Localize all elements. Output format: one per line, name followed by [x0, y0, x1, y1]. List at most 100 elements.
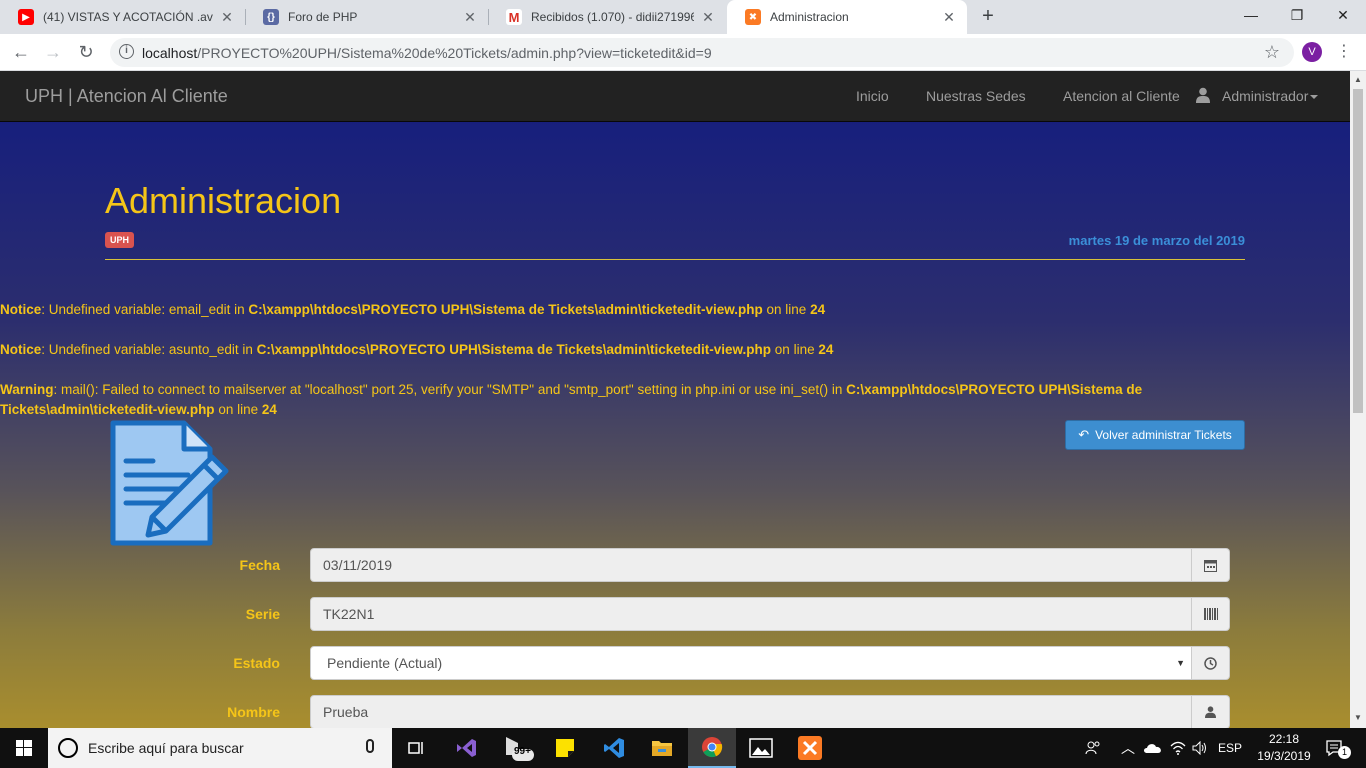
warning-file: Tickets\admin\ticketedit-view.php [0, 402, 215, 417]
clock-date: 19/3/2019 [1257, 749, 1311, 763]
notice-message: : Undefined variable: asunto_edit in [41, 342, 257, 357]
people-icon[interactable] [1082, 728, 1104, 768]
xampp-icon: ✖ [745, 9, 761, 25]
windows-logo-icon [16, 740, 32, 756]
scrollbar-thumb[interactable] [1353, 89, 1363, 413]
sticky-notes-icon[interactable] [541, 728, 589, 768]
scroll-up-icon[interactable]: ▲ [1354, 75, 1362, 84]
select-arrow-icon: ▼ [1176, 658, 1185, 668]
profile-avatar[interactable]: V [1302, 42, 1322, 62]
php-warning: Warning: mail(): Failed to connect to ma… [0, 380, 1142, 400]
serie-input[interactable]: TK22N1 [310, 597, 1192, 631]
reply-arrow-icon: ↶ [1078, 427, 1090, 442]
minimize-button[interactable]: — [1228, 0, 1274, 32]
nombre-field-group: Prueba [310, 695, 1230, 728]
forward-arrow-icon[interactable]: → [40, 40, 66, 66]
clock-icon [1192, 646, 1230, 680]
tab-title: Administracion [770, 10, 849, 24]
show-hidden-icons[interactable]: ︿ [1118, 728, 1138, 768]
page-viewport: UPH | Atencion Al Cliente Inicio Nuestra… [0, 71, 1350, 728]
current-date: martes 19 de marzo del 2019 [1068, 233, 1245, 248]
taskbar-clock[interactable]: 22:18 19/3/2019 [1254, 731, 1314, 765]
nav-atencion-cliente[interactable]: Atencion al Cliente [1063, 88, 1180, 104]
notice-file: C:\xampp\htdocs\PROYECTO UPH\Sistema de … [256, 342, 772, 357]
fecha-label: Fecha [239, 557, 280, 573]
site-info-icon[interactable]: i [119, 44, 134, 59]
vscode-icon[interactable] [590, 728, 638, 768]
page-title: Administracion [105, 180, 342, 221]
windows-taskbar: Escribe aquí para buscar 99+ ︿ ESP 22:18… [0, 728, 1366, 768]
nombre-input[interactable]: Prueba [310, 695, 1192, 728]
close-tab-icon[interactable]: ✕ [219, 9, 235, 25]
warning-on-line: on line [214, 402, 262, 417]
onedrive-icon[interactable] [1142, 728, 1164, 768]
close-tab-icon[interactable]: ✕ [941, 9, 957, 25]
cortana-icon [58, 738, 78, 758]
page-scrollbar[interactable]: ▲ ▼ [1350, 71, 1366, 728]
notice-line-number: 24 [810, 302, 826, 317]
estado-select[interactable]: Pendiente (Actual) ▼ [310, 646, 1192, 680]
tab-title: (41) VISTAS Y ACOTACIÓN .avi - Y [43, 10, 213, 24]
user-icon [1192, 695, 1230, 728]
start-button[interactable] [0, 728, 48, 768]
admin-dropdown[interactable]: Administrador [1222, 88, 1319, 104]
mail-badge: 99+ [514, 746, 531, 757]
task-view-icon[interactable] [392, 728, 440, 768]
gmail-icon: M [506, 9, 522, 25]
url-path: /PROYECTO%20UPH/Sistema%20de%20Tickets/a… [197, 45, 712, 61]
warning-file: C:\xampp\htdocs\PROYECTO UPH\Sistema de [846, 382, 1143, 397]
reload-icon[interactable]: ↻ [73, 40, 99, 66]
file-explorer-icon[interactable] [638, 728, 686, 768]
back-arrow-icon[interactable]: ← [8, 40, 34, 66]
edit-document-icon [110, 420, 229, 546]
taskbar-search[interactable]: Escribe aquí para buscar [48, 728, 392, 768]
visual-studio-icon[interactable] [442, 728, 490, 768]
barcode-icon [1192, 597, 1230, 631]
back-to-tickets-button[interactable]: ↶ Volver administrar Tickets [1065, 420, 1245, 450]
language-indicator[interactable]: ESP [1216, 728, 1244, 768]
xampp-taskbar-icon[interactable] [786, 728, 834, 768]
close-window-button[interactable]: ✕ [1320, 0, 1366, 32]
close-tab-icon[interactable]: ✕ [462, 9, 478, 25]
close-tab-icon[interactable]: ✕ [700, 9, 716, 25]
maximize-button[interactable]: ❐ [1274, 0, 1320, 32]
browser-menu-icon[interactable]: ⋮ [1336, 40, 1352, 64]
browser-tab-php-forum[interactable]: {} Foro de PHP ✕ [245, 0, 488, 34]
volume-icon[interactable] [1190, 728, 1210, 768]
estado-field-group: Pendiente (Actual) ▼ [310, 646, 1230, 680]
url-text[interactable]: localhost/PROYECTO%20UPH/Sistema%20de%20… [142, 45, 712, 61]
app-navbar: UPH | Atencion Al Cliente Inicio Nuestra… [0, 71, 1350, 122]
notice-on-line: on line [771, 342, 819, 357]
bookmark-star-icon[interactable]: ☆ [1264, 42, 1280, 63]
notice-on-line: on line [762, 302, 811, 317]
php-forum-icon: {} [263, 9, 279, 25]
photos-icon[interactable] [737, 728, 785, 768]
title-divider [105, 259, 1245, 260]
brand-link[interactable]: UPH | Atencion Al Cliente [25, 86, 228, 107]
estado-selected-value: Pendiente (Actual) [327, 655, 443, 671]
action-center-icon[interactable]: 1 [1320, 728, 1351, 768]
browser-tab-administracion[interactable]: ✖ Administracion ✕ [727, 0, 967, 34]
nombre-label: Nombre [227, 704, 280, 720]
notice-level: Notice [0, 342, 42, 357]
nav-nuestras-sedes[interactable]: Nuestras Sedes [926, 88, 1026, 104]
calendar-icon [1192, 548, 1230, 582]
admin-dropdown-label: Administrador [1222, 88, 1309, 104]
wifi-icon[interactable] [1168, 728, 1188, 768]
nav-inicio[interactable]: Inicio [856, 88, 889, 104]
clock-time: 22:18 [1268, 732, 1300, 746]
microphone-icon[interactable] [366, 739, 374, 753]
warning-line-number: 24 [261, 402, 277, 417]
notification-count: 1 [1338, 746, 1351, 759]
browser-tab-gmail[interactable]: M Recibidos (1.070) - didii271996@g ✕ [488, 0, 726, 34]
scroll-down-icon[interactable]: ▼ [1354, 713, 1362, 722]
browser-tab-youtube[interactable]: ▶ (41) VISTAS Y ACOTACIÓN .avi - Y ✕ [0, 0, 245, 34]
fecha-field-group: 03/11/2019 [310, 548, 1230, 582]
new-tab-button[interactable]: + [976, 5, 1000, 29]
chrome-icon[interactable] [688, 728, 736, 768]
address-bar[interactable]: i localhost/PROYECTO%20UPH/Sistema%20de%… [110, 38, 1294, 67]
serie-field-group: TK22N1 [310, 597, 1230, 631]
tab-title: Foro de PHP [288, 10, 358, 24]
mail-app-icon[interactable]: 99+ [492, 728, 540, 768]
fecha-input[interactable]: 03/11/2019 [310, 548, 1192, 582]
